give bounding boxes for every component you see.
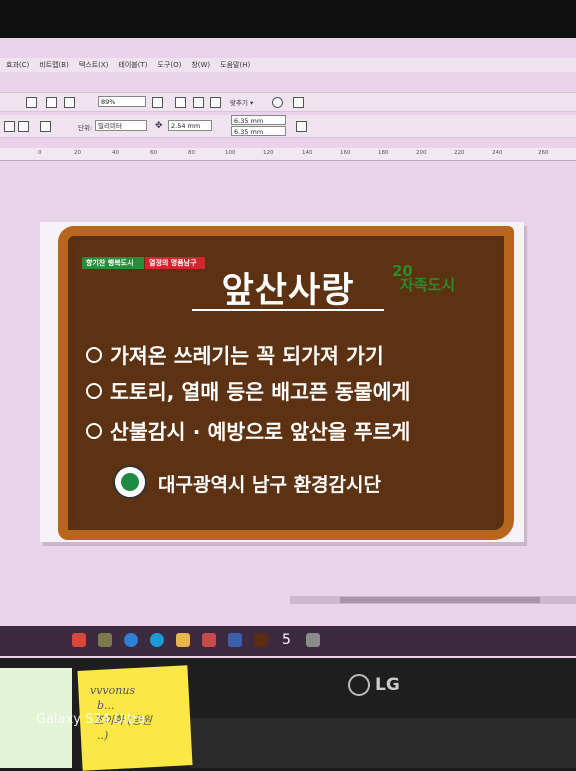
duplicate-y-field[interactable]: 6.35 mm — [231, 126, 286, 136]
app-icon[interactable] — [98, 633, 112, 647]
sign-line-2: 도토리, 열매 등은 배고픈 동물에게 — [86, 375, 410, 405]
taskbar-app-icon[interactable] — [306, 633, 320, 647]
sign-line-text: 가져온 쓰레기는 꼭 되가져 가기 — [110, 344, 384, 368]
rulers-icon[interactable] — [193, 97, 204, 108]
ie-icon[interactable] — [124, 633, 138, 647]
ruler-tick: 220 — [454, 150, 465, 156]
monitor-brand: LG — [375, 675, 400, 695]
launch-icon[interactable] — [293, 97, 304, 108]
menu-bar: 효과(C) 비트맵(B) 텍스트(X) 테이블(T) 도구(O) 창(W) 도움… — [0, 58, 576, 72]
ruler-tick: 40 — [112, 150, 119, 156]
ruler-tick: 180 — [378, 150, 389, 156]
mail-icon[interactable] — [228, 633, 242, 647]
nudge-icon: ✥ — [155, 121, 163, 131]
zoom-level-field[interactable]: 89% — [98, 96, 146, 107]
ruler-tick: 80 — [188, 150, 195, 156]
scrollbar-thumb[interactable] — [340, 597, 540, 603]
ruler-tick: 140 — [302, 150, 313, 156]
agency-name: 대구광역시 남구 환경감시단 — [158, 474, 381, 496]
portrait-icon[interactable] — [4, 121, 15, 132]
unit-select[interactable]: 밀리미터 — [95, 120, 147, 131]
export-icon[interactable] — [46, 97, 57, 108]
ruler-tick: 160 — [340, 150, 351, 156]
sign-line-text: 산불감시 · 예방으로 앞산을 푸르게 — [110, 420, 411, 444]
ruler-tick: 260 — [538, 150, 549, 156]
sign-title: 앞산사랑 — [221, 271, 355, 311]
chrome-icon[interactable] — [72, 633, 86, 647]
grid-icon[interactable] — [210, 97, 221, 108]
slogan-tag-left: 향기찬 행복도시 — [82, 257, 144, 269]
ruler-tick: 200 — [416, 150, 427, 156]
unit-label: 단위: — [78, 124, 93, 132]
bullet-circle-icon — [86, 383, 102, 399]
ruler-tick: 100 — [225, 150, 236, 156]
fit-dropdown[interactable]: 맞추기 ▾ — [230, 97, 253, 107]
ruler-tick: 60 — [150, 150, 157, 156]
ruler-tick: 240 — [492, 150, 503, 156]
folder-icon[interactable] — [176, 633, 190, 647]
illustrator-icon[interactable] — [254, 633, 268, 647]
full-screen-icon[interactable] — [175, 97, 186, 108]
export-pdf-icon[interactable] — [64, 97, 75, 108]
bullet-circle-icon — [86, 347, 102, 363]
menu-effects[interactable]: 효과(C) — [6, 60, 29, 70]
sign-line-3: 산불감시 · 예방으로 앞산을 푸르게 — [86, 415, 410, 445]
edge-icon[interactable] — [150, 633, 164, 647]
zoom-dropdown-icon[interactable] — [152, 97, 163, 108]
nudge-distance-field[interactable]: 2.54 mm — [168, 120, 212, 131]
emblem-core — [121, 473, 139, 491]
menu-table[interactable]: 테이블(T) — [118, 60, 147, 70]
title-underline — [192, 309, 384, 311]
bullet-circle-icon — [86, 423, 102, 439]
calendar-icon[interactable] — [202, 633, 216, 647]
menu-tools[interactable]: 도구(O) — [157, 60, 181, 70]
ruler-tick: 120 — [263, 150, 274, 156]
monitor-top-bezel — [0, 0, 576, 40]
menu-help[interactable]: 도움말(H) — [220, 60, 250, 70]
snap-icon[interactable] — [296, 121, 307, 132]
import-icon[interactable] — [26, 97, 37, 108]
options-gear-icon[interactable] — [272, 97, 283, 108]
anniversary-text: 자족도시 — [400, 276, 456, 294]
standard-toolbar — [0, 92, 576, 112]
taskbar-app-5[interactable]: 5 — [282, 632, 291, 648]
lg-logo-icon — [348, 674, 370, 696]
menu-text[interactable]: 텍스트(X) — [79, 60, 109, 70]
ruler-tick: 20 — [74, 150, 81, 156]
menu-bitmap[interactable]: 비트맵(B) — [39, 60, 69, 70]
duplicate-x-field[interactable]: 6.35 mm — [231, 115, 286, 125]
ruler-tick: 0 — [38, 150, 42, 156]
sign-line-text: 도토리, 열매 등은 배고픈 동물에게 — [110, 380, 411, 404]
all-pages-icon[interactable] — [40, 121, 51, 132]
camera-watermark: Galaxy S24 Ultra — [36, 712, 146, 727]
menu-window[interactable]: 창(W) — [191, 60, 210, 70]
horizontal-ruler[interactable]: 0 20 40 60 80 100 120 140 160 180 200 22… — [0, 148, 576, 161]
monitor-stand — [190, 718, 576, 768]
landscape-icon[interactable] — [18, 121, 29, 132]
sign-line-1: 가져온 쓰레기는 꼭 되가져 가기 — [86, 339, 384, 369]
